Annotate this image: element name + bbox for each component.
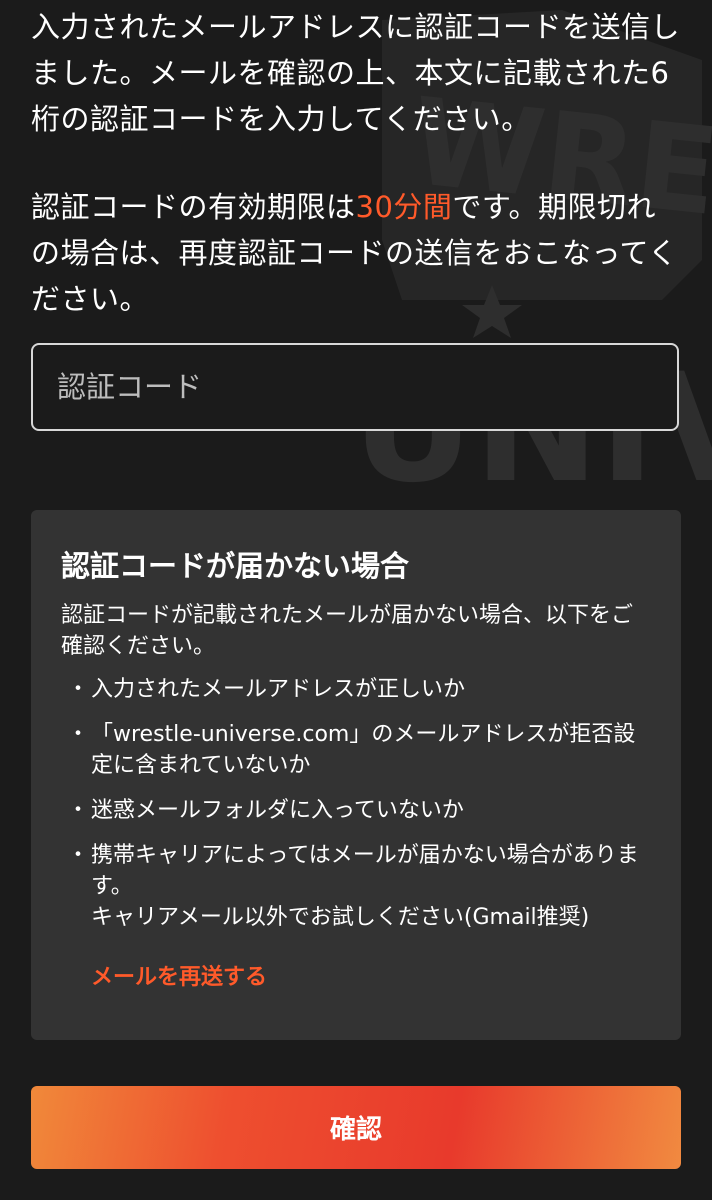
verification-code-input[interactable] (31, 343, 679, 431)
expiry-duration: 30分間 (355, 190, 453, 224)
intro-paragraph-expiry: 認証コードの有効期限は30分間です。期限切れの場合は、再度認証コードの送信をおこ… (31, 184, 681, 322)
help-description: 認証コードが記載されたメールが届かない場合、以下をご確認ください。 (61, 603, 634, 659)
bullet-marker: ・ (67, 843, 90, 868)
help-item-text: 「wrestle-universe.com」のメールアドレスが拒否設定に含まれて… (91, 722, 636, 778)
help-list-item: ・入力されたメールアドレスが正しいか (61, 674, 651, 705)
help-list-item: ・迷惑メールフォルダに入っていないか (61, 795, 651, 826)
bullet-marker: ・ (67, 722, 90, 747)
intro-text: 入力されたメールアドレスに認証コードを送信しました。メールを確認の上、本文に記載… (31, 4, 681, 322)
bullet-marker: ・ (67, 677, 90, 702)
expiry-text-before: 認証コードの有効期限は (31, 190, 356, 224)
help-title: 認証コードが届かない場合 (61, 549, 410, 583)
help-list: ・入力されたメールアドレスが正しいか ・「wrestle-universe.co… (61, 674, 651, 933)
help-list-item: ・携帯キャリアによってはメールが届かない場合があります。 キャリアメール以外でお… (61, 840, 651, 933)
bullet-marker: ・ (67, 798, 90, 823)
help-item-text: 入力されたメールアドレスが正しいか (91, 677, 466, 702)
intro-paragraph-sent: 入力されたメールアドレスに認証コードを送信しました。メールを確認の上、本文に記載… (31, 10, 681, 136)
help-panel: 認証コードが届かない場合 認証コードが記載されたメールが届かない場合、以下をご確… (31, 510, 681, 1040)
confirm-button[interactable]: 確認 (31, 1086, 681, 1169)
help-item-text: 迷惑メールフォルダに入っていないか (91, 798, 464, 823)
help-item-text: 携帯キャリアによってはメールが届かない場合があります。 キャリアメール以外でお試… (91, 843, 639, 930)
resend-email-link[interactable]: メールを再送する (91, 959, 267, 991)
help-list-item: ・「wrestle-universe.com」のメールアドレスが拒否設定に含まれ… (61, 719, 651, 781)
